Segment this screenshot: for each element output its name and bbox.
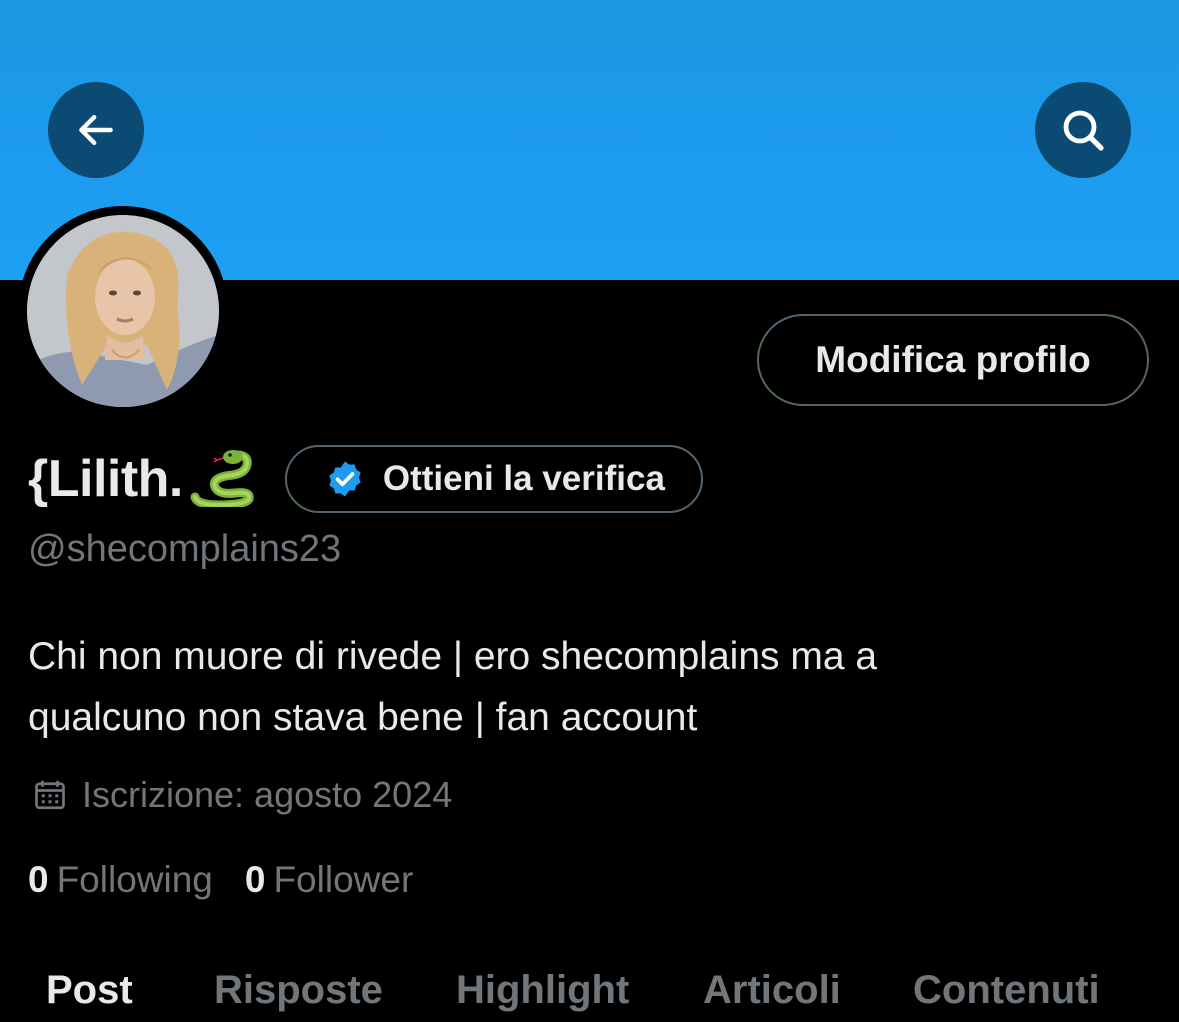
- avatar[interactable]: [27, 215, 219, 407]
- edit-profile-button[interactable]: Modifica profilo: [757, 314, 1149, 406]
- back-button[interactable]: [48, 82, 144, 178]
- profile-bio: Chi non muore di rivede | ero shecomplai…: [28, 626, 1128, 748]
- search-button[interactable]: [1035, 82, 1131, 178]
- get-verified-label: Ottieni la verifica: [382, 459, 665, 498]
- following-link[interactable]: 0 Following: [28, 859, 213, 901]
- following-label: Following: [56, 859, 213, 900]
- verified-badge-icon: [329, 461, 361, 497]
- name-row: {Lilith. Ottieni la verifica: [28, 443, 703, 515]
- tab-replies[interactable]: Risposte: [214, 968, 383, 1013]
- follow-stats: 0 Following 0 Follower: [28, 856, 413, 904]
- join-date: Iscrizione: agosto 2024: [32, 772, 452, 818]
- calendar-icon: [35, 780, 65, 810]
- avatar-frame: [18, 206, 228, 416]
- arrow-left-icon: [79, 114, 113, 146]
- tab-articles[interactable]: Articoli: [703, 968, 841, 1013]
- snake-emoji: [189, 447, 257, 512]
- tab-media[interactable]: Contenuti: [913, 968, 1100, 1013]
- tab-post[interactable]: Post: [46, 968, 133, 1013]
- followers-link[interactable]: 0 Follower: [245, 859, 413, 901]
- bio-line: qualcuno non stava bene | fan account: [28, 696, 698, 739]
- profile-tabs: Post Risposte Highlight Articoli Contenu…: [0, 962, 1179, 1022]
- join-date-label: Iscrizione: agosto 2024: [82, 774, 453, 815]
- follower-label: Follower: [273, 859, 414, 900]
- follower-count: 0: [244, 859, 266, 900]
- following-count: 0: [28, 859, 49, 900]
- display-name: {Lilith.: [28, 450, 183, 508]
- tab-highlights[interactable]: Highlight: [456, 968, 629, 1013]
- bio-line: Chi non muore di rivede | ero shecomplai…: [28, 635, 878, 678]
- search-icon: [1063, 110, 1104, 151]
- avatar-photo: [27, 215, 219, 407]
- username-handle: @shecomplains23: [28, 528, 342, 570]
- get-verified-button[interactable]: Ottieni la verifica: [284, 445, 703, 513]
